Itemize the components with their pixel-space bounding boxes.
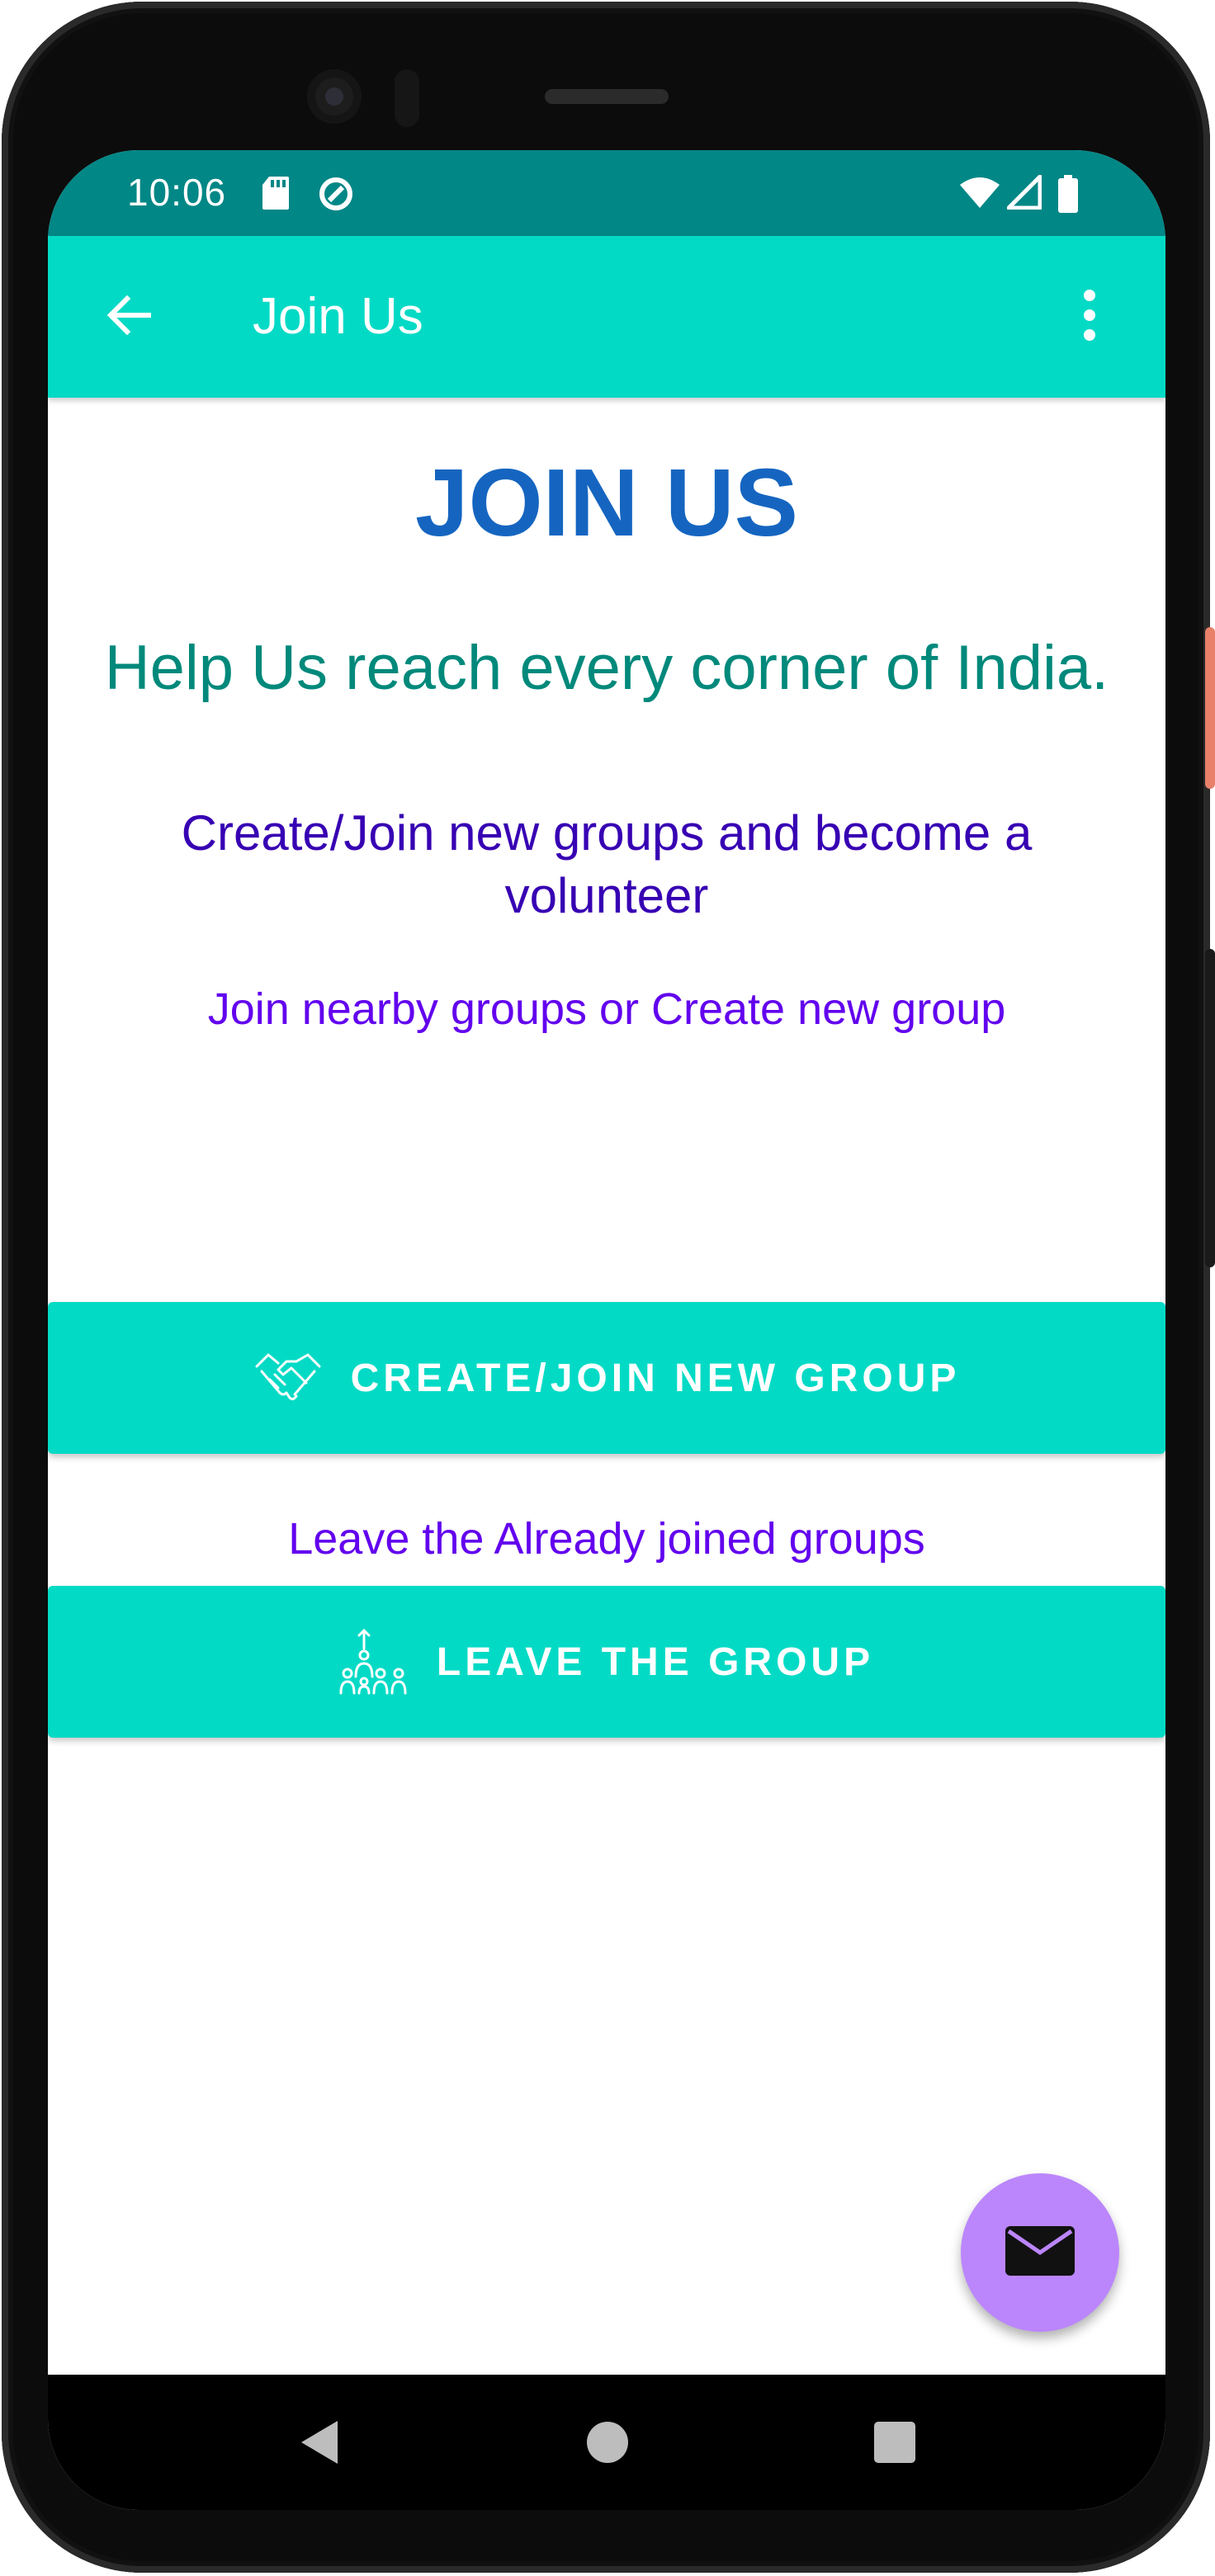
overflow-menu-button[interactable] bbox=[1050, 277, 1129, 356]
nav-recents-button[interactable] bbox=[855, 2404, 934, 2484]
home-circle-icon bbox=[585, 2420, 630, 2469]
nav-back-button[interactable] bbox=[279, 2404, 358, 2484]
screen: 10:06 Join Us JOIN US Help Us reach ever… bbox=[48, 150, 1165, 2510]
cellular-signal-icon bbox=[1007, 175, 1042, 210]
earpiece-speaker bbox=[545, 89, 669, 104]
nav-home-button[interactable] bbox=[568, 2404, 647, 2484]
recents-square-icon bbox=[872, 2420, 917, 2469]
join-hint: Join nearby groups or Create new group bbox=[207, 984, 1006, 1034]
tagline: Help Us reach every corner of India. bbox=[104, 633, 1109, 703]
front-camera bbox=[307, 69, 362, 124]
wifi-icon bbox=[959, 175, 1000, 210]
email-fab-button[interactable] bbox=[961, 2173, 1119, 2332]
status-time: 10:06 bbox=[127, 171, 227, 214]
sd-card-icon bbox=[261, 175, 291, 211]
leave-group-button[interactable]: LEAVE THE GROUP bbox=[48, 1586, 1165, 1738]
leave-hint: Leave the Already joined groups bbox=[288, 1514, 925, 1564]
device-frame-stage: 10:06 Join Us JOIN US Help Us reach ever… bbox=[0, 0, 1215, 2576]
create-join-group-label: CREATE/JOIN NEW GROUP bbox=[350, 1356, 961, 1400]
volume-button bbox=[1205, 949, 1215, 1267]
subtitle: Create/Join new groups and become a volu… bbox=[181, 805, 1033, 923]
proximity-sensor bbox=[395, 69, 419, 127]
more-vert-icon bbox=[1081, 289, 1098, 346]
handshake-icon bbox=[253, 1343, 323, 1413]
leave-group-label: LEAVE THE GROUP bbox=[436, 1639, 875, 1684]
arrow-back-icon bbox=[104, 290, 154, 344]
email-icon bbox=[1004, 2225, 1076, 2281]
app-bar: Join Us bbox=[48, 236, 1165, 398]
group-leave-icon bbox=[339, 1627, 409, 1696]
status-bar: 10:06 bbox=[48, 150, 1165, 236]
create-join-group-button[interactable]: CREATE/JOIN NEW GROUP bbox=[48, 1302, 1165, 1454]
page-heading: JOIN US bbox=[414, 449, 799, 556]
power-button bbox=[1205, 627, 1215, 789]
app-bar-title: Join Us bbox=[253, 288, 423, 345]
system-navigation-bar bbox=[48, 2375, 1165, 2510]
back-button[interactable] bbox=[89, 277, 168, 356]
battery-icon bbox=[1057, 175, 1080, 213]
back-triangle-icon bbox=[296, 2418, 341, 2471]
data-saver-icon bbox=[317, 175, 355, 213]
